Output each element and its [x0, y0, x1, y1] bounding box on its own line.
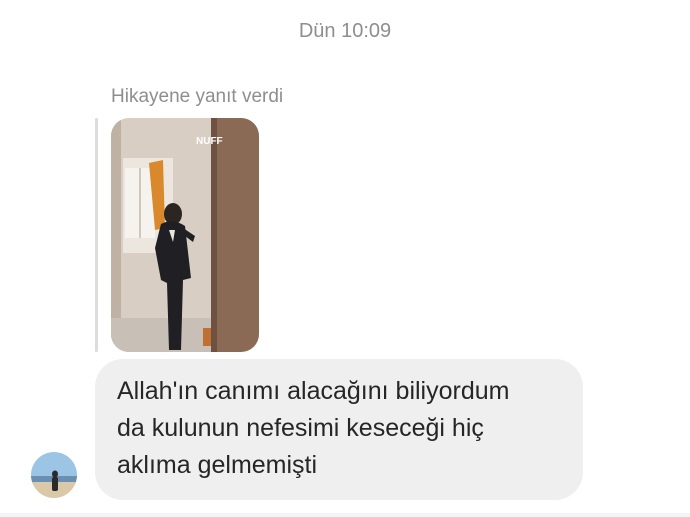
- story-quote-bar: [95, 118, 98, 352]
- story-reply-label: Hikayene yanıt verdi: [111, 86, 284, 107]
- sender-avatar[interactable]: [31, 452, 77, 498]
- message-text: Allah'ın canımı alacağını biliyordum da …: [117, 377, 510, 479]
- message-bubble[interactable]: Allah'ın canımı alacağını biliyordum da …: [95, 359, 583, 500]
- story-watermark: NUFF: [196, 136, 223, 147]
- bottom-divider: [0, 513, 690, 517]
- story-thumbnail[interactable]: NUFF: [111, 118, 259, 352]
- message-timestamp: Dün 10:09: [298, 20, 392, 42]
